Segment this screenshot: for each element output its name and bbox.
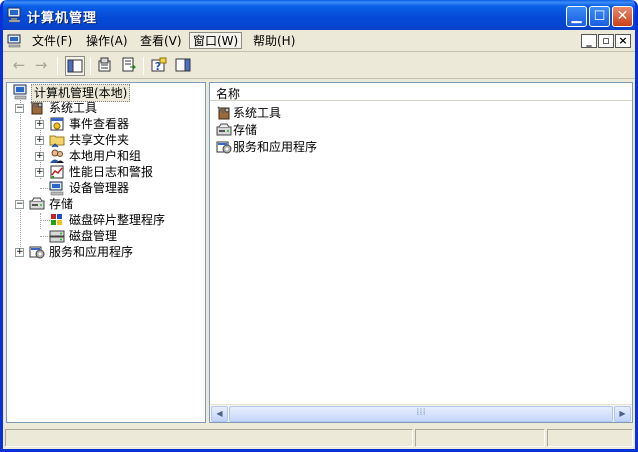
export-list-icon[interactable] <box>119 56 139 76</box>
tree-connector <box>20 100 21 253</box>
computer-management-window: 计算机管理 ▁ ☐ ✕ 文件(F) 操作(A) 查看(V) 窗口(W) 帮助(H… <box>0 0 638 452</box>
collapse-icon[interactable]: − <box>15 104 24 113</box>
system-tools-icon <box>217 106 230 120</box>
close-button[interactable]: ✕ <box>612 6 633 27</box>
window-title: 计算机管理 <box>27 11 98 26</box>
storage-icon <box>216 123 232 136</box>
expand-icon[interactable]: + <box>35 120 44 129</box>
computer-icon <box>13 84 27 100</box>
status-bar <box>3 426 635 449</box>
services-apps-icon <box>29 246 45 259</box>
scroll-right-icon[interactable]: ▶ <box>614 406 631 422</box>
tree-connector <box>40 213 41 229</box>
scroll-left-icon[interactable]: ◀ <box>211 406 228 422</box>
minimize-icon: ▁ <box>571 9 582 24</box>
event-viewer-icon <box>50 117 64 131</box>
performance-logs-icon <box>50 165 64 179</box>
show-hide-action-pane-icon[interactable] <box>173 56 193 76</box>
status-cell-2 <box>415 429 545 447</box>
tree-label-defrag: 磁盘碎片整理程序 <box>69 213 166 227</box>
device-manager-icon <box>49 181 64 196</box>
tree-label-services-apps: 服务和应用程序 <box>49 245 134 259</box>
menu-action[interactable]: 操作(A) <box>83 33 131 50</box>
tree-label-event-viewer: 事件查看器 <box>69 117 130 131</box>
help-icon[interactable]: ? <box>149 56 169 76</box>
doc-minimize-icon[interactable]: _ <box>581 34 597 48</box>
maximize-button[interactable]: ☐ <box>589 6 610 27</box>
close-icon: ✕ <box>616 8 629 24</box>
document-window-controls: _ ▫ × <box>580 33 631 48</box>
tree-label-system-tools: 系统工具 <box>49 101 98 115</box>
list-item-label: 服务和应用程序 <box>233 140 318 154</box>
expand-icon[interactable]: + <box>35 152 44 161</box>
system-tools-icon <box>30 101 43 115</box>
expand-icon[interactable]: + <box>35 136 44 145</box>
storage-icon <box>29 197 45 210</box>
horizontal-scrollbar[interactable]: ◀ ⁞⁞⁞ ▶ <box>210 404 632 422</box>
expand-icon[interactable]: + <box>15 248 24 257</box>
title-bar[interactable]: 计算机管理 ▁ ☐ ✕ <box>3 0 635 30</box>
list-item-label: 存储 <box>233 123 258 137</box>
details-pane: 名称 系统工具 存储 服务和应用程序 ◀ ⁞⁞⁞ ▶ <box>209 82 633 423</box>
properties-icon[interactable] <box>95 56 115 76</box>
doc-restore-icon[interactable]: ▫ <box>598 34 614 48</box>
tree-label-storage: 存储 <box>49 197 74 211</box>
menu-help[interactable]: 帮助(H) <box>250 33 298 50</box>
forward-arrow-icon[interactable]: → <box>31 56 51 76</box>
console-tree: 计算机管理(本地) − 系统工具 + 事件查看器 + 共享文件夹 + 本地用户和… <box>6 82 206 423</box>
menu-window[interactable]: 窗口(W) <box>189 32 243 49</box>
scroll-thumb[interactable]: ⁞⁞⁞ <box>229 406 613 422</box>
column-header-label: 名称 <box>216 87 241 101</box>
tree-label-device-manager: 设备管理器 <box>69 181 130 195</box>
maximize-icon: ☐ <box>593 9 606 24</box>
tree-label-local-users: 本地用户和组 <box>69 149 142 163</box>
back-arrow-icon[interactable]: ← <box>9 56 29 76</box>
disk-defragmenter-icon <box>51 214 62 225</box>
tree-label-shared-folders: 共享文件夹 <box>69 133 130 147</box>
toolbar: ← → ? <box>3 53 635 79</box>
show-hide-tree-icon[interactable] <box>65 56 85 76</box>
minimize-button[interactable]: ▁ <box>566 6 587 27</box>
services-apps-icon <box>216 141 232 154</box>
status-cell-main <box>5 429 413 447</box>
status-cell-3 <box>547 429 633 447</box>
users-icon <box>50 149 64 163</box>
toolbar-separator <box>143 57 144 75</box>
computer-management-icon <box>7 7 21 23</box>
doc-close-icon[interactable]: × <box>615 34 631 48</box>
tree-label-disk-management: 磁盘管理 <box>69 229 118 243</box>
column-header-name[interactable]: 名称 <box>210 83 632 101</box>
list-item-label: 系统工具 <box>233 106 282 120</box>
toolbar-separator <box>90 57 91 75</box>
disk-management-icon <box>49 230 65 243</box>
document-system-icon[interactable] <box>7 33 23 49</box>
expand-icon[interactable]: + <box>35 168 44 177</box>
shared-folder-icon <box>49 135 65 148</box>
menu-bar: 文件(F) 操作(A) 查看(V) 窗口(W) 帮助(H) _ ▫ × <box>3 30 635 52</box>
collapse-icon[interactable]: − <box>15 200 24 209</box>
toolbar-separator <box>57 57 58 75</box>
tree-label-perf-logs: 性能日志和警报 <box>69 165 154 179</box>
menu-view[interactable]: 查看(V) <box>137 33 185 50</box>
menu-file[interactable]: 文件(F) <box>29 33 75 50</box>
